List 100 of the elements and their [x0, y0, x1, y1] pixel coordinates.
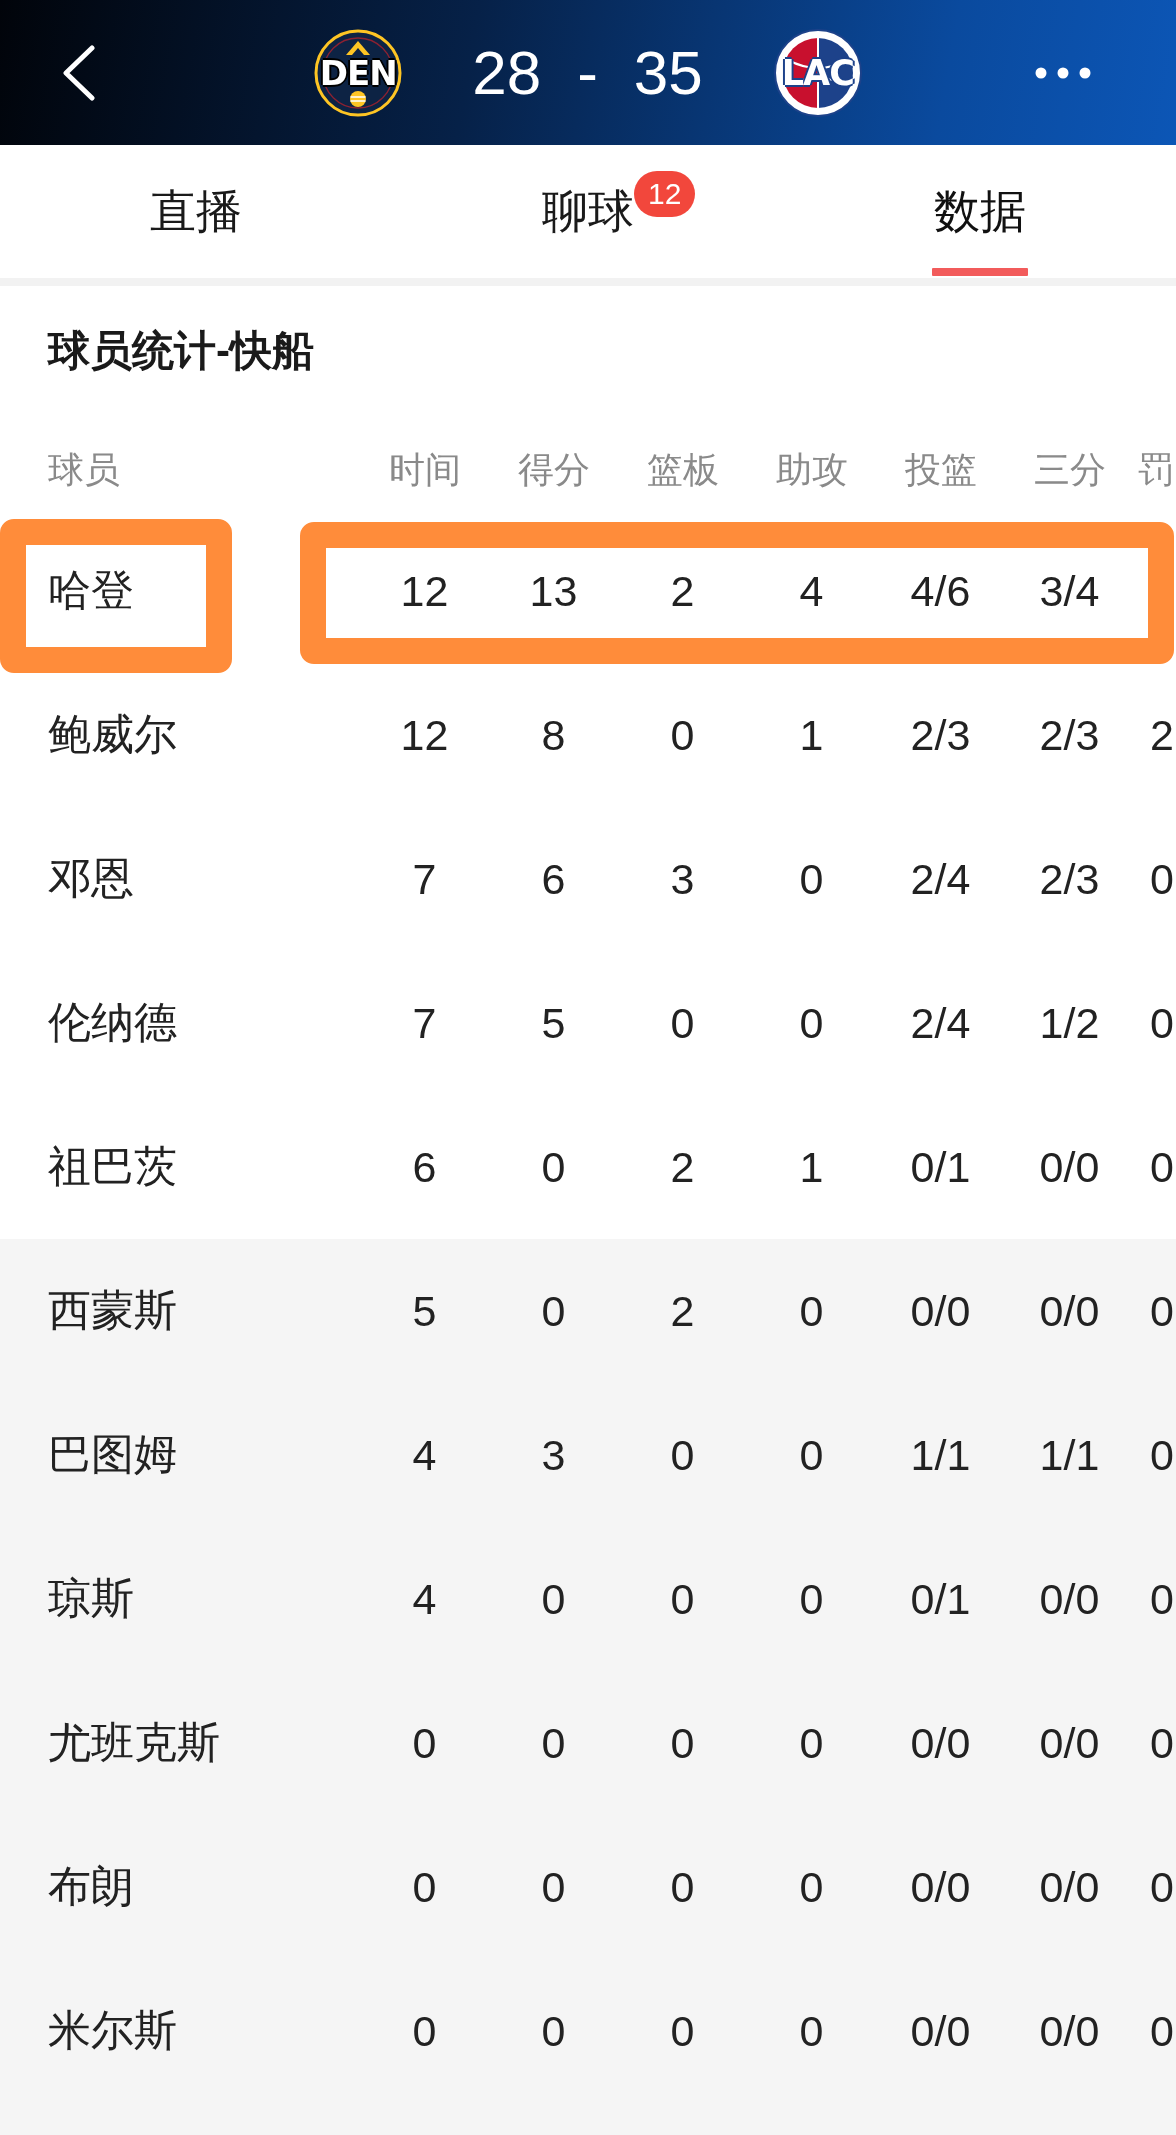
- table-cell: 0: [1150, 854, 1174, 904]
- table-cell: 12: [400, 710, 449, 760]
- table-cell: 3: [670, 854, 695, 904]
- table-cell: 0: [1150, 1430, 1174, 1480]
- table-cell: 6: [541, 854, 566, 904]
- table-cell: 0: [799, 1718, 824, 1768]
- column-header: 球员: [48, 448, 120, 492]
- table-cell: 7: [412, 998, 437, 1048]
- table-cell: 0/0: [910, 1286, 971, 1336]
- table-cell: 0: [670, 710, 695, 760]
- player-name: 巴图姆: [48, 1429, 177, 1480]
- table-cell: 2/3: [1039, 710, 1100, 760]
- column-header: 罚: [1138, 448, 1174, 492]
- column-header: 得分: [517, 448, 590, 492]
- player-name: 鲍威尔: [48, 709, 177, 760]
- player-name: 祖巴茨: [48, 1141, 177, 1192]
- table-cell: 0: [670, 1862, 695, 1912]
- section-title: 球员统计-快船: [48, 326, 314, 376]
- table-cell: 0: [670, 1430, 695, 1480]
- table-cell: 0/0: [1039, 2006, 1100, 2056]
- score: 28: [472, 41, 542, 104]
- table-cell: 2: [670, 566, 695, 616]
- tab[interactable]: 数据: [784, 145, 1176, 278]
- table-cell: 0: [670, 1718, 695, 1768]
- table-cell: 4: [799, 566, 824, 616]
- table-cell: 5: [541, 998, 566, 1048]
- table-cell: 0: [1150, 1862, 1174, 1912]
- column-header: 投篮: [904, 448, 977, 492]
- table-cell: 0: [670, 2006, 695, 2056]
- table-cell: 0/0: [1039, 1574, 1100, 1624]
- table-cell: 0: [1150, 1718, 1174, 1768]
- score-separator: -: [577, 41, 598, 104]
- table-cell: 5: [412, 1286, 437, 1336]
- table-cell: 4: [412, 1574, 437, 1624]
- table-cell: 0: [799, 2006, 824, 2056]
- table-cell: 2/3: [910, 710, 971, 760]
- table-cell: 0: [799, 854, 824, 904]
- table-cell: 0: [670, 998, 695, 1048]
- table-cell: 0/0: [910, 1862, 971, 1912]
- table-cell: 1/1: [1039, 1430, 1100, 1480]
- table-cell: 7: [412, 854, 437, 904]
- table-cell: 0: [799, 1430, 824, 1480]
- back-icon[interactable]: [62, 44, 96, 101]
- table-cell: 3/4: [1039, 566, 1100, 616]
- table-cell: 0/0: [910, 2006, 971, 2056]
- player-name: 哈登: [48, 565, 134, 616]
- player-name: 西蒙斯: [48, 1285, 177, 1336]
- column-header: 三分: [1033, 448, 1106, 492]
- player-name: 琼斯: [48, 1573, 134, 1624]
- tab[interactable]: 聊球 12: [392, 145, 784, 278]
- table-cell: 2: [1150, 710, 1174, 760]
- table-cell: 4/6: [910, 566, 971, 616]
- table-cell: 0: [1150, 1286, 1174, 1336]
- table-cell: 2/4: [910, 998, 971, 1048]
- table-cell: 0: [799, 1574, 824, 1624]
- table-cell: 0: [541, 1574, 566, 1624]
- table-cell: 0: [799, 998, 824, 1048]
- tab[interactable]: 直播: [0, 145, 392, 278]
- score: 35: [633, 41, 703, 104]
- table-cell: 0/0: [1039, 1286, 1100, 1336]
- table-cell: 2/3: [1039, 854, 1100, 904]
- table-cell: 2: [670, 1142, 695, 1192]
- table-cell: 1/1: [910, 1430, 971, 1480]
- table-cell: 0: [1150, 998, 1174, 1048]
- table-cell: 0/0: [1039, 1862, 1100, 1912]
- table-cell: 0: [1150, 2006, 1174, 2056]
- table-cell: 0: [541, 1718, 566, 1768]
- table-cell: 0/0: [1039, 1142, 1100, 1192]
- more-icon[interactable]: [1035, 66, 1091, 79]
- team-logo: DEN: [313, 27, 404, 118]
- table-cell: 0: [541, 1862, 566, 1912]
- count-badge: 12: [634, 171, 696, 217]
- table-cell: 0: [1150, 1574, 1174, 1624]
- player-name: 米尔斯: [48, 2005, 177, 2056]
- table-cell: 6: [412, 1142, 437, 1192]
- table-cell: 0: [541, 1286, 566, 1336]
- table-cell: 0/1: [910, 1574, 971, 1624]
- table-cell: 4: [412, 1430, 437, 1480]
- table-cell: 0: [541, 2006, 566, 2056]
- table-cell: 2: [670, 1286, 695, 1336]
- player-name: 伦纳德: [48, 997, 177, 1048]
- table-cell: 0: [799, 1286, 824, 1336]
- table-cell: 1: [799, 710, 824, 760]
- table-cell: 1: [799, 1142, 824, 1192]
- table-cell: 0/0: [1039, 1718, 1100, 1768]
- table-cell: 0/0: [910, 1718, 971, 1768]
- column-header: 时间: [388, 448, 461, 492]
- column-header: 助攻: [775, 448, 848, 492]
- table-cell: 0: [412, 1862, 437, 1912]
- player-name: 布朗: [48, 1861, 134, 1912]
- table-cell: 0: [541, 1142, 566, 1192]
- table-cell: 0/1: [910, 1142, 971, 1192]
- table-cell: 0: [412, 2006, 437, 2056]
- table-cell: 12: [400, 566, 449, 616]
- table-cell: 0: [412, 1718, 437, 1768]
- table-cell: 2/4: [910, 854, 971, 904]
- table-cell: 0: [670, 1574, 695, 1624]
- table-cell: 13: [529, 566, 578, 616]
- column-header: 篮板: [646, 448, 719, 492]
- table-cell: 8: [541, 710, 566, 760]
